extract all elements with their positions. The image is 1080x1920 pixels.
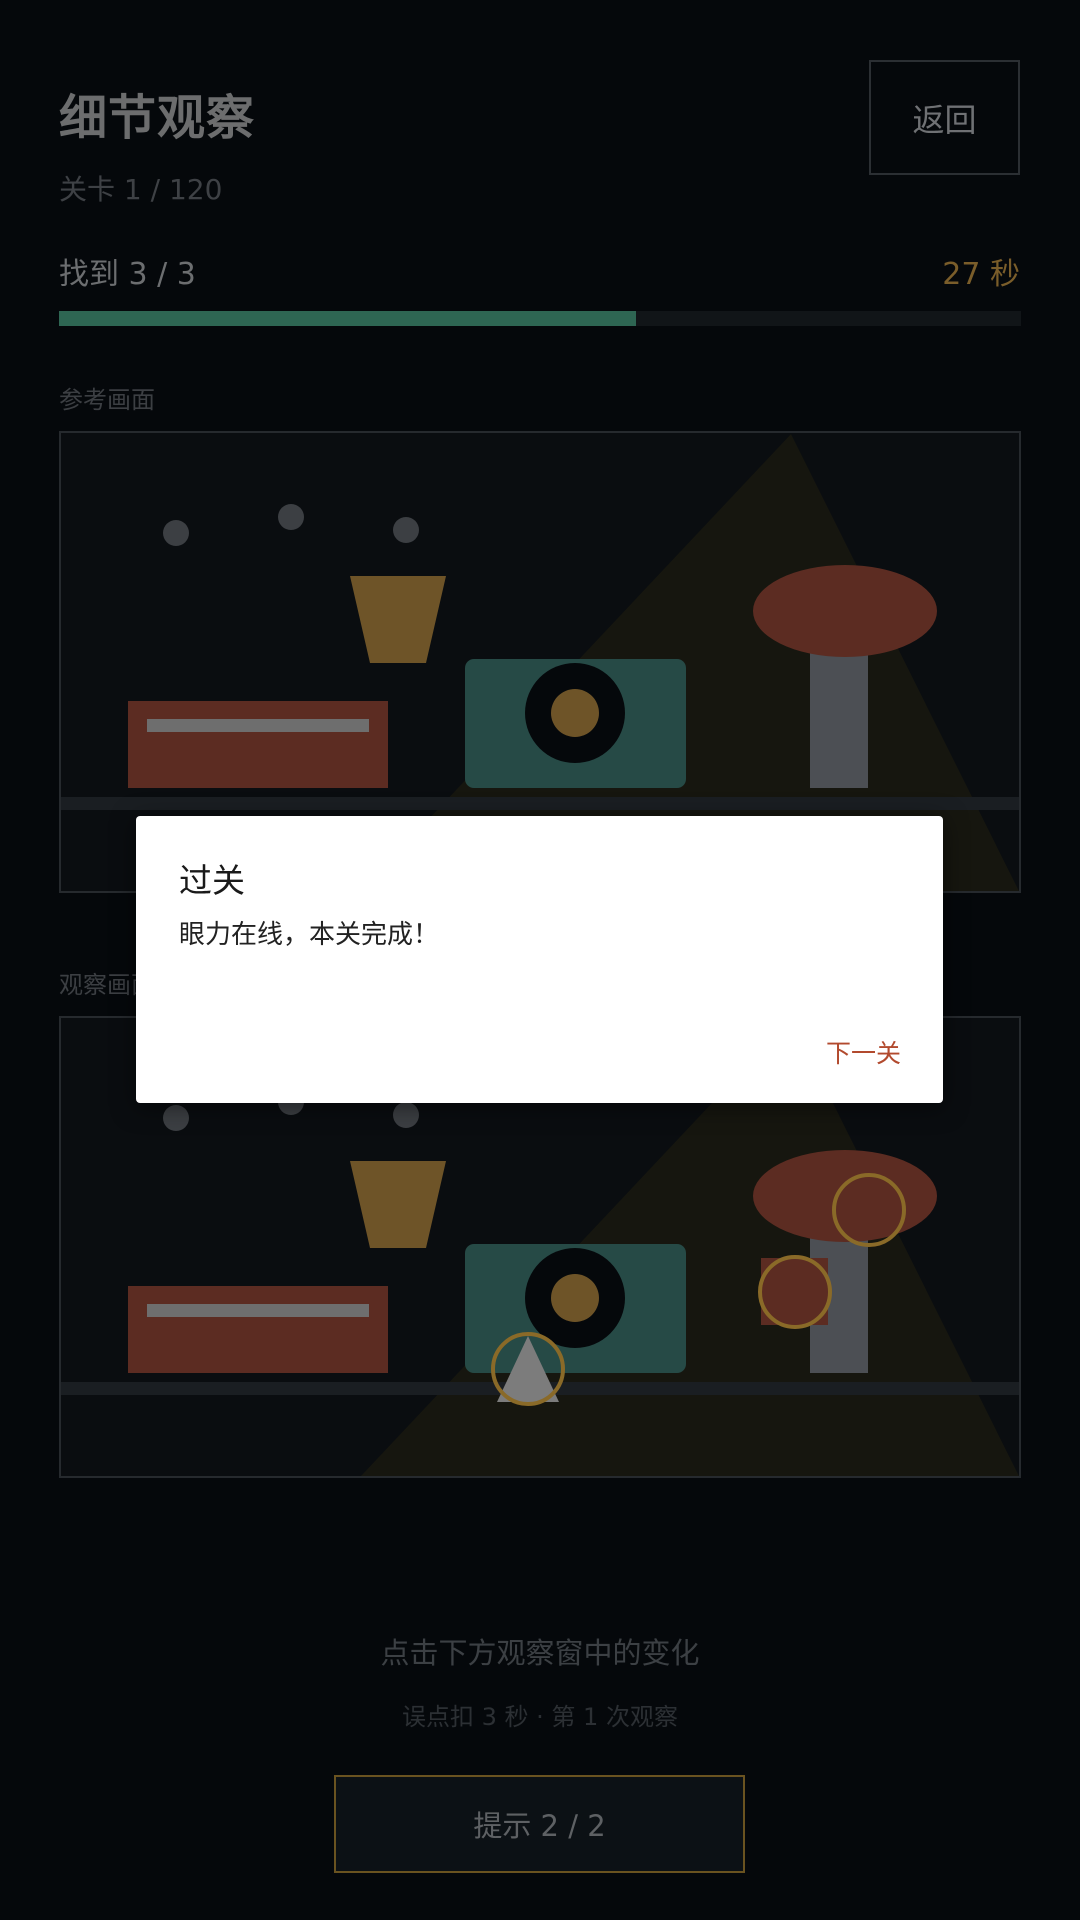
level-indicator: 关卡 1 / 120	[59, 173, 223, 206]
page-title: 细节观察	[59, 90, 256, 146]
cup-shape	[350, 1161, 446, 1248]
progress-bar	[59, 311, 1021, 326]
lamp-shade	[753, 1150, 937, 1242]
reference-label: 参考画面	[59, 386, 155, 414]
found-counter: 找到 3 / 3	[59, 257, 196, 292]
dot-shape	[163, 520, 189, 546]
red-box-shape	[128, 701, 388, 788]
level-complete-dialog: 过关 眼力在线，本关完成！ 下一关	[136, 816, 943, 1103]
lamp-post	[810, 648, 868, 788]
next-level-button[interactable]: 下一关	[826, 1034, 901, 1070]
dot-shape	[278, 504, 304, 530]
gray-stripe	[147, 719, 369, 732]
penalty-text: 误点扣 3 秒 · 第 1 次观察	[402, 1703, 678, 1731]
cup-shape	[350, 576, 446, 663]
dot-shape	[393, 517, 419, 543]
dialog-message: 眼力在线，本关完成！	[179, 920, 440, 950]
gold-core	[551, 1274, 599, 1322]
dialog-title: 过关	[179, 861, 245, 900]
instruction-text: 点击下方观察窗中的变化	[380, 1636, 700, 1670]
dot-shape	[393, 1102, 419, 1128]
dot-shape	[163, 1105, 189, 1131]
gold-core	[551, 689, 599, 737]
progress-fill	[59, 311, 637, 326]
back-button[interactable]: 返回	[869, 60, 1020, 175]
gray-stripe	[147, 1304, 369, 1317]
shelf-line	[61, 797, 1019, 810]
red-box-shape	[128, 1286, 388, 1373]
hint-button[interactable]: 提示 2 / 2	[334, 1775, 745, 1873]
timer: 27 秒	[942, 257, 1020, 292]
lamp-shade	[753, 565, 937, 657]
